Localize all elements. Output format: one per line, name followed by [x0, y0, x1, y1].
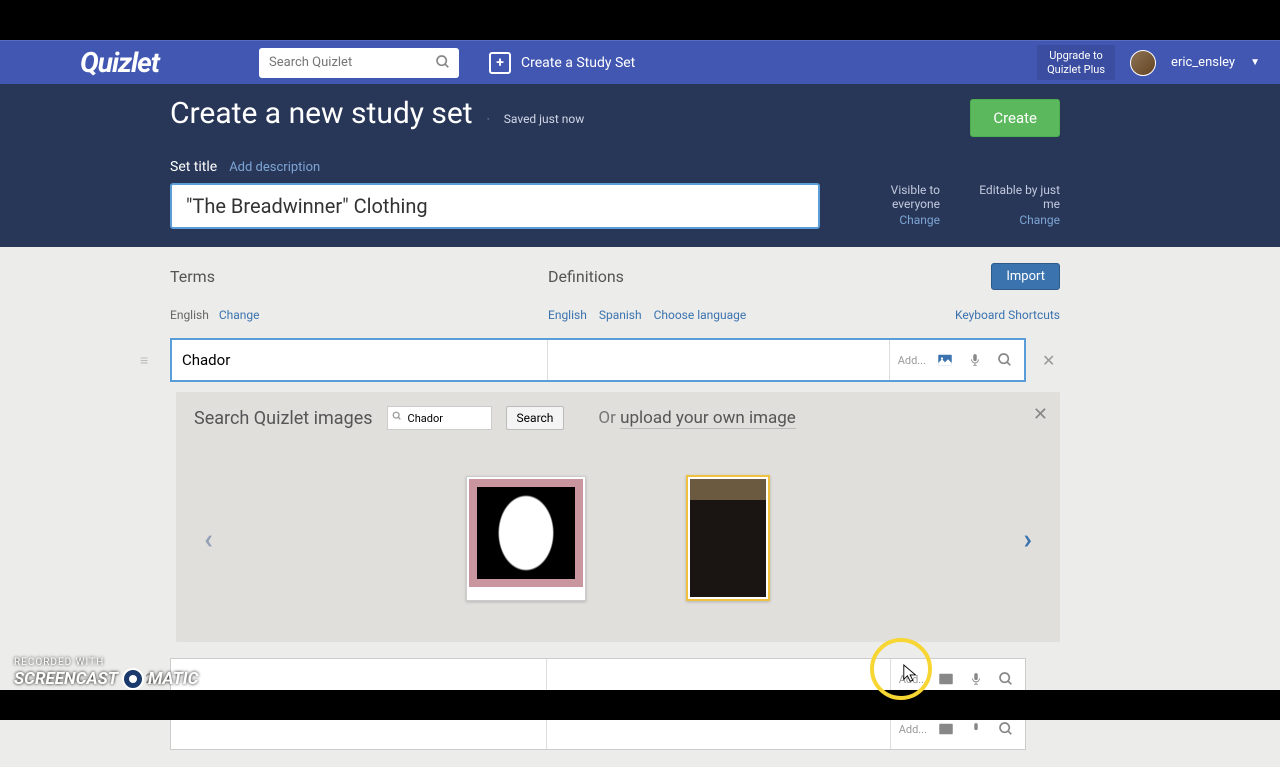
add-description-link[interactable]: Add description [229, 160, 320, 175]
cursor-icon [902, 663, 920, 685]
avatar[interactable] [1130, 50, 1156, 76]
search-icon[interactable] [995, 668, 1017, 690]
microphone-icon[interactable] [965, 668, 987, 690]
import-button[interactable]: Import [991, 263, 1060, 290]
search-icon [392, 411, 402, 421]
image-icon[interactable] [935, 668, 957, 690]
carousel-left-arrow[interactable]: ‹ [194, 522, 223, 555]
microphone-icon[interactable] [964, 349, 986, 371]
image-icon[interactable] [935, 718, 957, 740]
image-search-input[interactable] [387, 406, 492, 430]
definition-input-1[interactable] [548, 340, 889, 380]
drag-handle-icon[interactable]: ≡ [140, 352, 158, 369]
image-icon[interactable] [934, 349, 956, 371]
create-study-set-button[interactable]: + Create a Study Set [489, 52, 635, 74]
microphone-icon[interactable] [965, 718, 987, 740]
search-images-label: Search Quizlet images [194, 408, 373, 429]
keyboard-shortcuts-link[interactable]: Keyboard Shortcuts [955, 308, 1060, 322]
search-icon[interactable] [435, 54, 451, 70]
delete-row-icon[interactable]: ✕ [1042, 351, 1060, 370]
set-title-input[interactable] [170, 183, 820, 229]
visibility-label: Visible to everyone [891, 183, 940, 211]
editable-label: Editable by just me [979, 183, 1060, 211]
terms-column-header: Terms [170, 267, 548, 286]
definitions-column-header: Definitions [548, 267, 991, 286]
search-icon[interactable] [994, 349, 1016, 371]
set-title-label: Set title [170, 159, 217, 175]
saved-status: Saved just now [504, 112, 584, 126]
plus-icon: + [489, 52, 511, 74]
chevron-down-icon[interactable]: ▼ [1250, 57, 1260, 68]
watermark: RECORDED WITH SCREENCAST MATIC [14, 657, 198, 690]
defs-spanish-link[interactable]: Spanish [599, 308, 642, 322]
terms-language: English [170, 308, 209, 322]
add-media-label: Add... [899, 723, 927, 736]
editable-change-link[interactable]: Change [960, 213, 1060, 227]
close-panel-icon[interactable]: ✕ [1033, 404, 1048, 425]
upload-image-link[interactable]: upload your own image [620, 408, 796, 429]
search-input[interactable] [259, 48, 459, 78]
page-title: Create a new study set [170, 96, 473, 131]
terms-language-change[interactable]: Change [219, 308, 260, 322]
image-result-2[interactable] [686, 475, 770, 601]
upgrade-button[interactable]: Upgrade to Quizlet Plus [1037, 45, 1115, 79]
logo[interactable]: Quizlet [80, 46, 159, 79]
username[interactable]: eric_ensley [1171, 55, 1235, 70]
visibility-change-link[interactable]: Change [840, 213, 940, 227]
create-button[interactable]: Create [970, 99, 1060, 137]
choose-language-link[interactable]: Choose language [654, 308, 747, 322]
defs-english-link[interactable]: English [548, 308, 587, 322]
image-result-1[interactable] [466, 476, 586, 601]
image-search-button[interactable]: Search [506, 406, 565, 430]
add-media-label: Add... [898, 354, 926, 367]
create-study-set-label: Create a Study Set [521, 55, 635, 71]
image-search-panel: Search Quizlet images Search Or upload y… [176, 392, 1060, 642]
carousel-right-arrow[interactable]: › [1014, 522, 1042, 555]
term-input-1[interactable] [172, 340, 548, 380]
search-icon[interactable] [995, 718, 1017, 740]
